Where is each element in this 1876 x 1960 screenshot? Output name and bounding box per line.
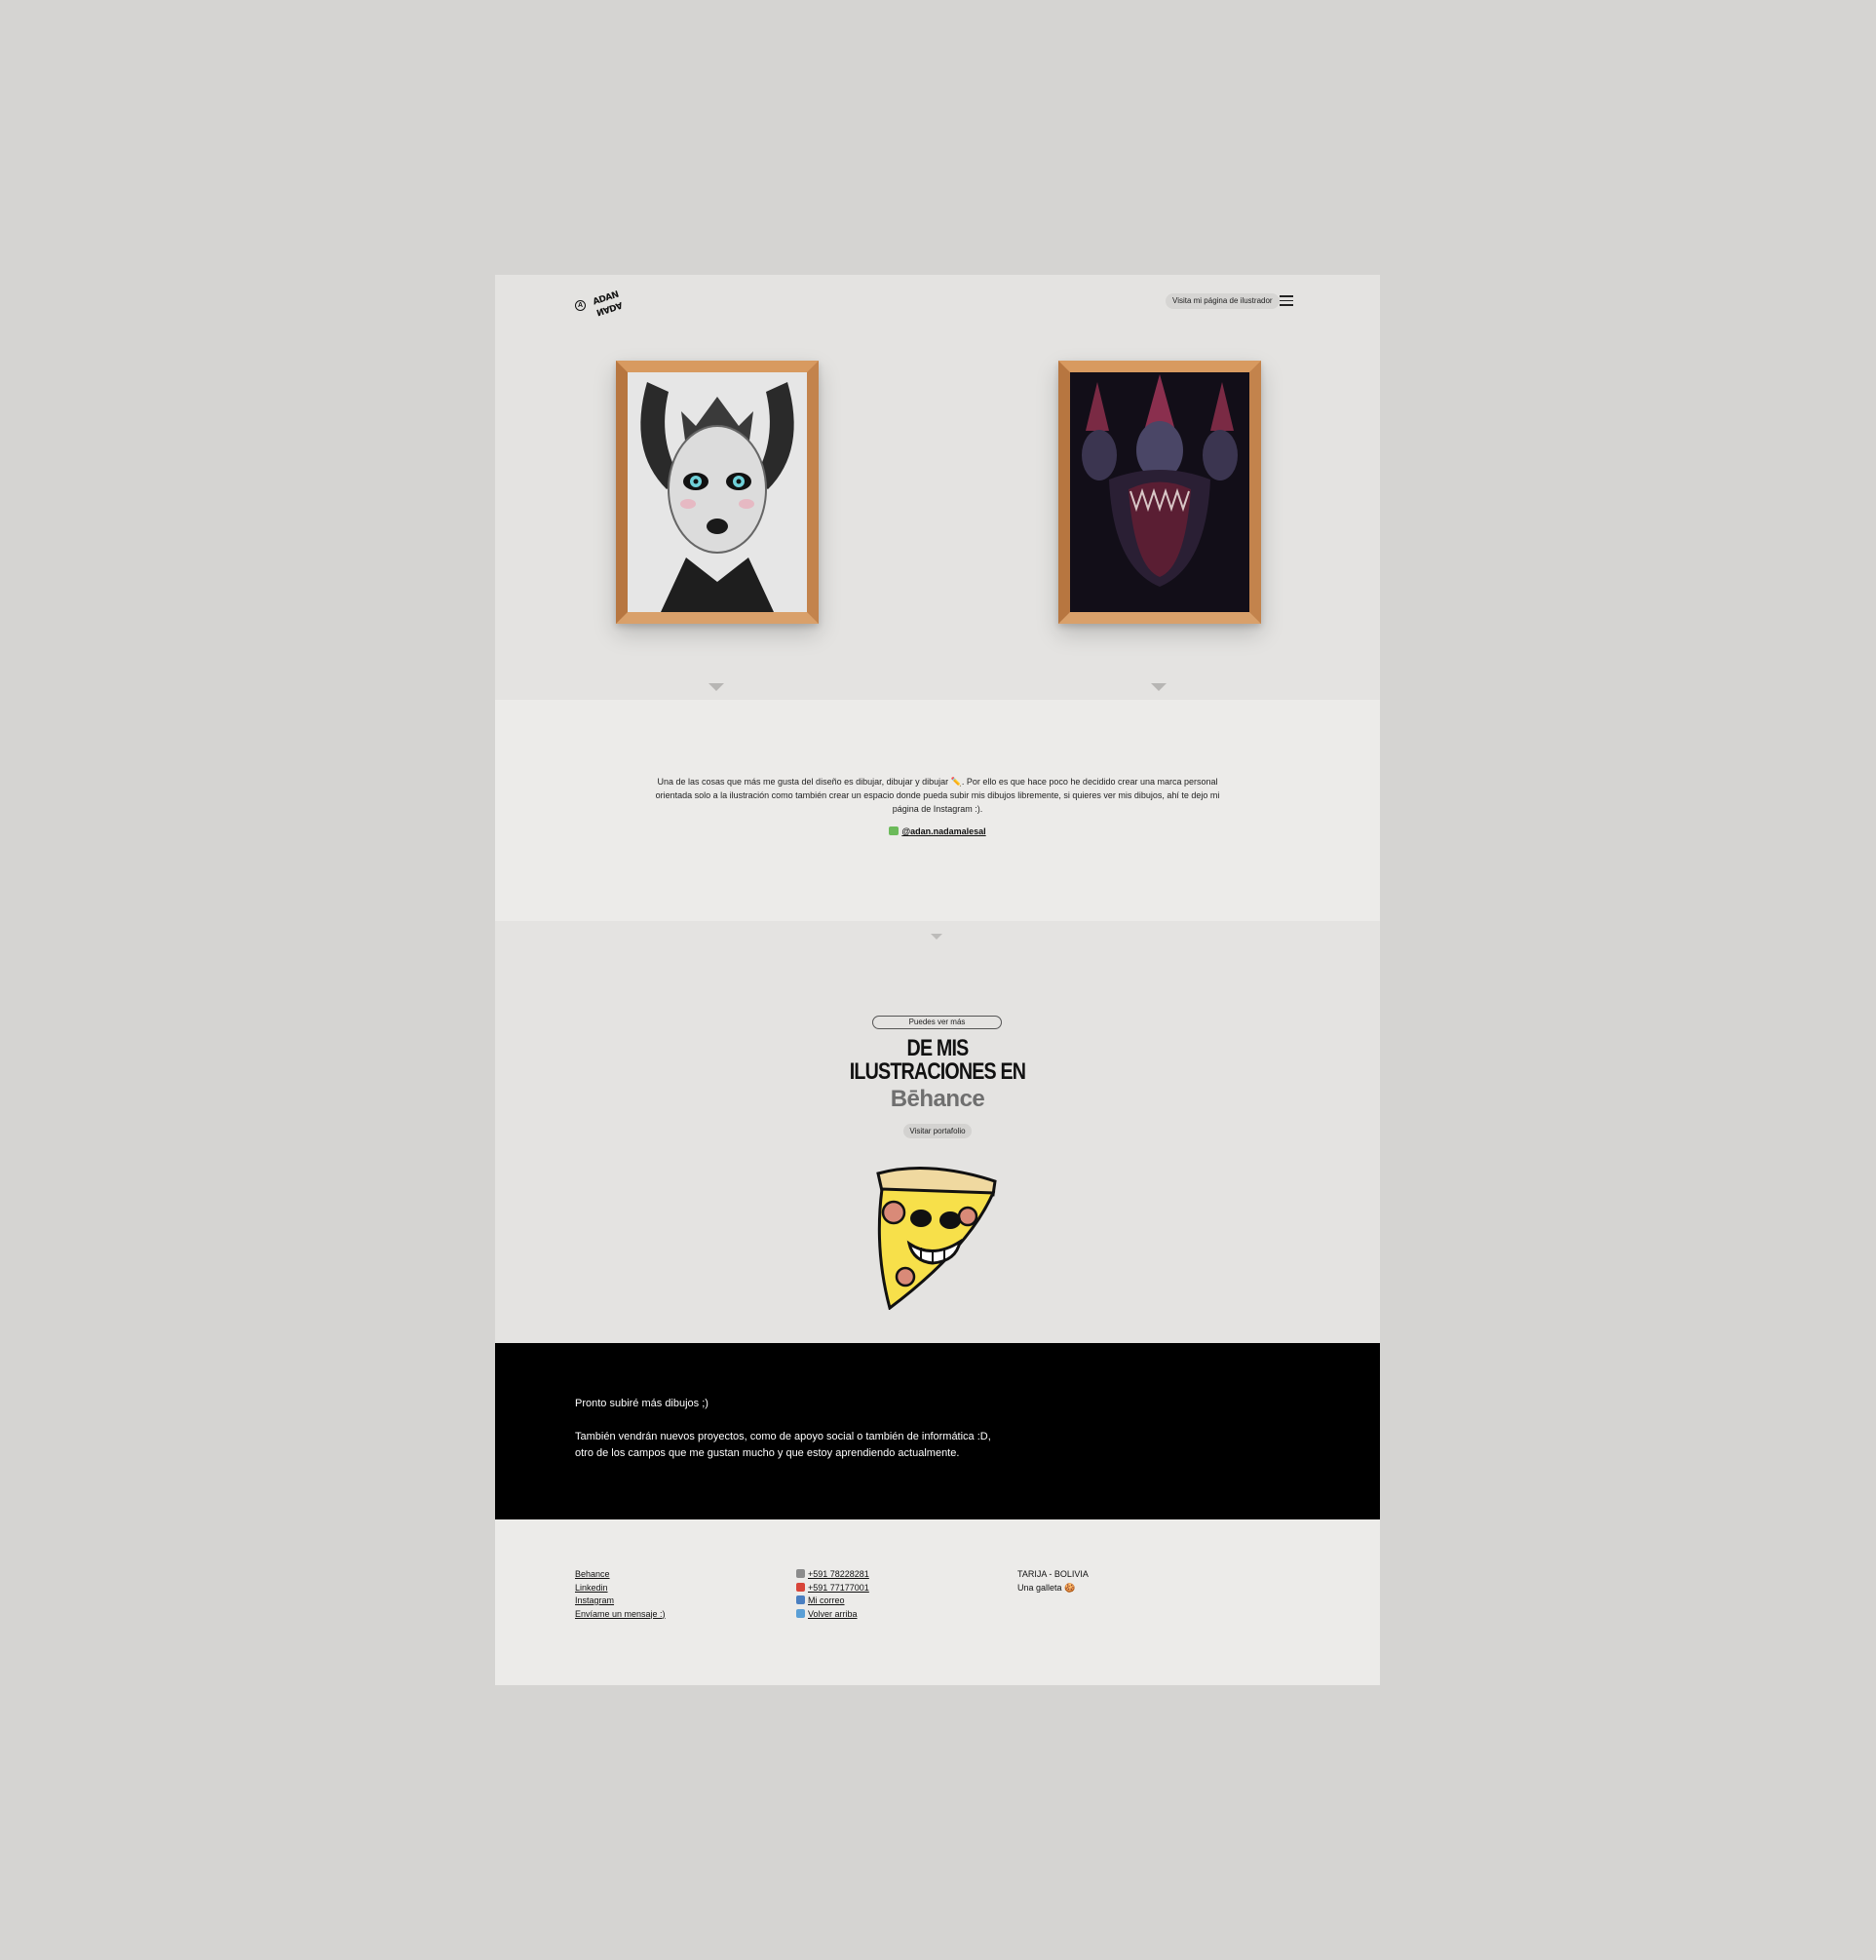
upcoming-section: Pronto subiré más dibujos ;) También ven… [495,1343,1380,1519]
intro-paragraph: Una de las cosas que más me gusta del di… [655,777,1220,814]
upcoming-line-3: otro de los campos que me gustan mucho y… [575,1447,960,1459]
header: A ADAN NADA Visita mi página de ilustrad… [495,275,1380,333]
contact-phone-row: +591 78228281 [796,1568,869,1582]
back-to-top-link[interactable]: Volver arriba [808,1609,858,1619]
email-link[interactable]: Mi correo [808,1595,845,1605]
visit-portfolio-button[interactable]: Visitar portafolio [903,1124,972,1138]
queen-portrait-image [628,372,807,612]
telephone-icon [796,1582,805,1592]
arrow-up-icon [796,1608,805,1618]
contact-mobile-row: +591 77177001 [796,1582,869,1595]
footer-contact: +591 78228281 +591 77177001 Mi correo Vo… [796,1568,869,1621]
frame-queen-portrait[interactable] [616,361,819,624]
phone-icon [796,1569,805,1578]
phone-link[interactable]: +591 78228281 [808,1569,869,1579]
upcoming-line-2: También vendrán nuevos proyectos, como d… [575,1431,991,1442]
page: A ADAN NADA Visita mi página de ilustrad… [495,275,1380,1685]
contact-mail-row: Mi correo [796,1595,869,1608]
scroll-down-center-icon [931,934,942,940]
cookie-text: Una galleta 🍪 [1017,1582,1076,1593]
illustrator-page-button[interactable]: Visita mi página de ilustrador [1166,293,1280,309]
scroll-down-right-icon [1151,683,1167,691]
mailbox-icon [796,1595,805,1604]
footer: Behance Linkedin Instagram Envíame un me… [495,1519,1380,1685]
headline-line-1: DE MIS [906,1035,970,1061]
image-emoji-icon [889,826,900,835]
location-text: TARIJA - BOLIVIA [1017,1569,1089,1579]
logo-mark-icon[interactable]: A [575,300,586,311]
instagram-handle-link[interactable]: @adan.nadamalesal [901,826,985,836]
footer-link-linkedin[interactable]: Linkedin [575,1582,666,1595]
footer-link-behance[interactable]: Behance [575,1568,666,1582]
footer-links: Behance Linkedin Instagram Envíame un me… [575,1568,666,1621]
behance-headline: DE MIS ILUSTRACIONES EN [575,1037,1301,1084]
pizza-mascot-illustration [870,1162,1002,1311]
intro-section: Una de las cosas que más me gusta del di… [495,700,1380,921]
hamburger-menu-icon[interactable] [1280,295,1293,306]
see-more-pill: Puedes ver más [872,1016,1002,1029]
mobile-link[interactable]: +591 77177001 [808,1583,869,1593]
upcoming-line-1: Pronto subiré más dibujos ;) [575,1398,708,1409]
footer-link-instagram[interactable]: Instagram [575,1595,666,1608]
behance-logo[interactable]: Bēhance [495,1086,1380,1113]
instagram-link-row: @adan.nadamalesal [495,826,1380,836]
footer-info: TARIJA - BOLIVIA Una galleta 🍪 [1017,1568,1089,1595]
three-heads-image [1070,372,1249,612]
footer-link-message[interactable]: Envíame un mensaje :) [575,1608,666,1622]
brand-logo[interactable]: ADAN NADA [592,290,627,323]
headline-line-2: ILUSTRACIONES EN [849,1058,1026,1085]
contact-top-row: Volver arriba [796,1608,869,1622]
frame-three-heads[interactable] [1058,361,1261,624]
scroll-down-left-icon [708,683,724,691]
